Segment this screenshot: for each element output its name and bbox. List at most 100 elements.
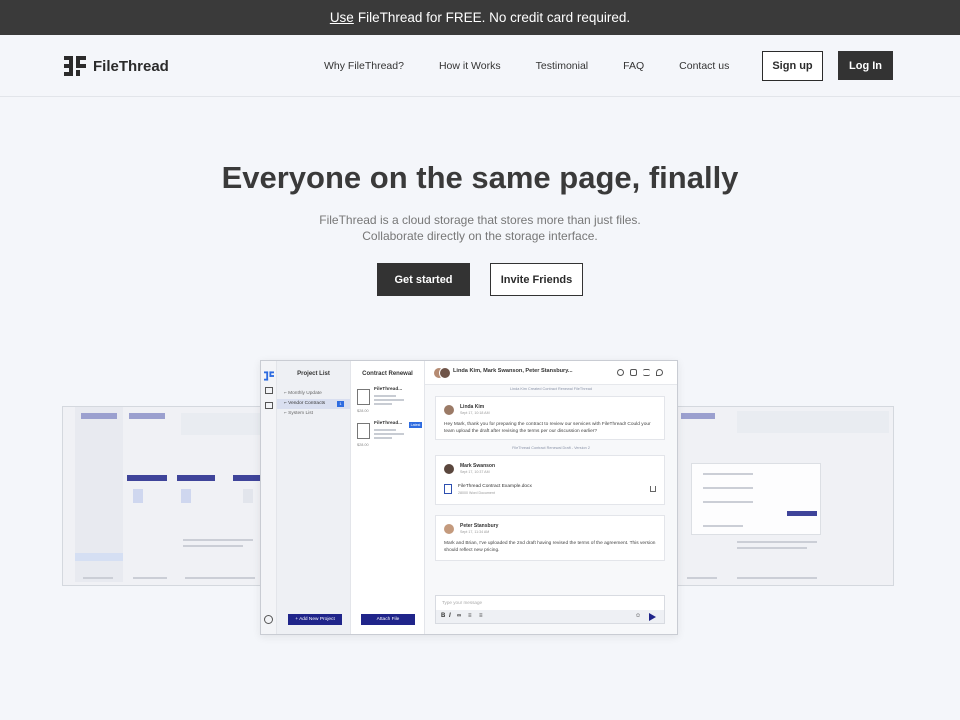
file-name: FileThread...: [374, 387, 403, 392]
back-icon[interactable]: [656, 369, 663, 376]
preview-line: [703, 473, 753, 475]
file-meta-line: [374, 437, 392, 439]
hero-subtitle: FileThread is a cloud storage that store…: [0, 212, 960, 244]
file-name: FileThread...: [374, 421, 403, 426]
nav-link-testimonial[interactable]: Testimonial: [536, 60, 589, 72]
preview-dark-chip: [233, 475, 261, 481]
message-card: Peter Stansbury Sept 17, 11:34 AM Mark a…: [435, 515, 665, 561]
attachment-meta: 28000 Word Document: [458, 491, 495, 495]
preview-line: [183, 539, 253, 541]
document-icon: [357, 389, 370, 405]
preview-line: [703, 501, 753, 503]
preview-dark-chip: [127, 475, 167, 481]
message-author: Linda Kim: [460, 404, 485, 410]
storage-icon[interactable]: [265, 387, 273, 394]
top-navigation: FileThread Why FileThread? How it Works …: [0, 35, 960, 97]
project-item[interactable]: ⌐ System List: [277, 409, 350, 419]
file-size: $28.00: [357, 443, 369, 447]
hero-subtitle-line1: FileThread is a cloud storage that store…: [319, 213, 641, 227]
people-icon[interactable]: [630, 369, 637, 376]
file-meta-line: [374, 429, 396, 431]
preview-line: [737, 541, 817, 543]
send-icon[interactable]: [649, 613, 656, 621]
file-size: $28.00: [357, 409, 369, 413]
nav-link-contact[interactable]: Contact us: [679, 60, 729, 72]
hero-title: Everyone on the same page, finally: [221, 160, 739, 195]
chat-panel: Linda Kim, Mark Swanson, Peter Stansbury…: [425, 361, 677, 634]
file-meta-line: [374, 403, 392, 405]
avatar: [444, 464, 454, 474]
preview-doc: [133, 489, 143, 503]
search-icon[interactable]: [617, 369, 624, 376]
bold-icon[interactable]: B: [441, 613, 445, 619]
message-composer[interactable]: Type your message B I ∞ ≡ ≡ ☺: [435, 595, 665, 624]
avatar: [439, 367, 451, 379]
project-item[interactable]: ⌐ Monthly Update: [277, 389, 350, 399]
promo-use-link[interactable]: Use: [330, 10, 354, 25]
message-input[interactable]: Type your message: [442, 600, 482, 605]
avatar: [444, 405, 454, 415]
file-meta-line: [374, 399, 404, 401]
preview-dark-chip: [787, 511, 817, 516]
invite-friends-button[interactable]: Invite Friends: [490, 263, 583, 296]
italic-icon[interactable]: I: [449, 613, 451, 619]
file-meta-line: [374, 395, 396, 397]
add-project-button[interactable]: + Add New Project: [288, 614, 342, 625]
bullet-list-icon[interactable]: ≡: [479, 613, 483, 619]
nav-link-why[interactable]: Why FileThread?: [324, 60, 404, 72]
message-card: Linda Kim Sept 17, 10:18 AM Hey Mark, th…: [435, 396, 665, 440]
nav-link-how[interactable]: How it Works: [439, 60, 501, 72]
message-author: Peter Stansbury: [460, 523, 499, 529]
attachment-name[interactable]: FileThread Contract Example.docx: [458, 484, 532, 489]
project-item-label: Vendor Contracts: [288, 401, 326, 406]
left-preview-screenshot: [62, 406, 262, 586]
get-started-button[interactable]: Get started: [377, 263, 470, 296]
message-time: Sept 17, 10:18 AM: [460, 411, 490, 415]
preview-line: [133, 577, 167, 579]
numbered-list-icon[interactable]: ≡: [468, 613, 472, 619]
document-icon: [444, 484, 452, 494]
preview-line: [687, 577, 717, 579]
preview-block: [737, 411, 889, 433]
file-card[interactable]: FileThread... Latest $28.00: [357, 421, 422, 455]
message-text: Hey Mark, thank you for preparing the co…: [444, 422, 651, 434]
message-text: Mark and Brian, I've uploaded the 2nd dr…: [444, 541, 656, 553]
login-button[interactable]: Log In: [838, 51, 893, 80]
files-panel-title: Contract Renewal: [362, 371, 413, 377]
brand-logo[interactable]: FileThread: [64, 56, 169, 76]
emoji-icon[interactable]: ☺: [635, 613, 641, 619]
preview-line: [185, 577, 255, 579]
latest-badge: Latest: [409, 422, 422, 428]
file-meta-line: [374, 433, 404, 435]
message-time: Sept 17, 10:37 AM: [460, 470, 490, 474]
menu-icon[interactable]: [643, 369, 650, 376]
chat-header: Linda Kim, Mark Swanson, Peter Stansbury…: [425, 361, 677, 385]
file-card[interactable]: FileThread... $28.00: [357, 387, 421, 421]
brand-name: FileThread: [93, 57, 169, 75]
app-icon-rail: [261, 361, 277, 634]
attach-file-button[interactable]: Attach File: [361, 614, 415, 625]
message-author: Mark Swanson: [460, 463, 496, 469]
download-icon[interactable]: [650, 486, 656, 492]
promo-text: FileThread for FREE. No credit card requ…: [357, 10, 631, 25]
preview-line: [737, 547, 807, 549]
signup-button[interactable]: Sign up: [762, 51, 823, 81]
project-list-panel: Project List ⌐ Monthly Update ⌐ Vendor C…: [277, 361, 351, 634]
nav-links: Why FileThread? How it Works Testimonial…: [324, 35, 764, 97]
settings-icon[interactable]: [264, 615, 273, 624]
project-item-label: System List: [288, 411, 313, 416]
chat-icon[interactable]: [265, 402, 273, 409]
link-icon[interactable]: ∞: [457, 613, 461, 619]
promo-banner: Use FileThread for FREE. No credit card …: [0, 0, 960, 35]
filethread-logo-icon: [264, 368, 274, 381]
chat-participants: Linda Kim, Mark Swanson, Peter Stansbury…: [453, 368, 573, 374]
add-project-label: Add New Project: [299, 617, 335, 622]
preview-doc: [243, 489, 253, 503]
preview-button: [129, 413, 165, 419]
preview-line: [737, 577, 817, 579]
filethread-logo-icon: [64, 56, 86, 76]
files-panel: Contract Renewal FileThread... $28.00 Fi…: [351, 361, 425, 634]
message-card: Mark Swanson Sept 17, 10:37 AM FileThrea…: [435, 455, 665, 505]
nav-link-faq[interactable]: FAQ: [623, 60, 644, 72]
project-item-selected[interactable]: ⌐ Vendor Contracts 1: [277, 399, 350, 409]
